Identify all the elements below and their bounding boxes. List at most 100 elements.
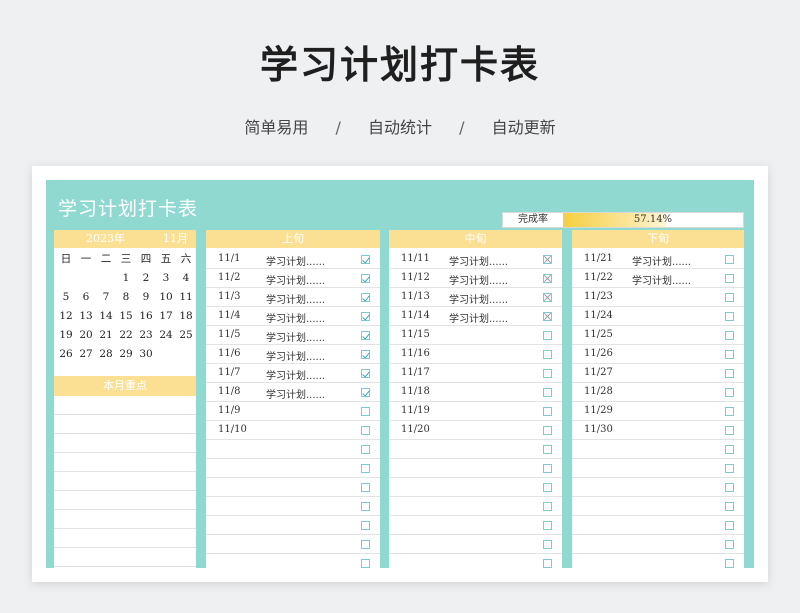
task-checkbox[interactable] — [543, 331, 552, 340]
calendar-day[interactable]: 28 — [96, 345, 116, 364]
task-checkbox[interactable] — [543, 426, 552, 435]
task-text[interactable]: 学习计划...... — [266, 329, 325, 344]
task-checkbox[interactable] — [543, 312, 552, 321]
focus-note-line[interactable] — [54, 548, 196, 567]
task-checkbox[interactable] — [361, 445, 370, 454]
calendar-day[interactable]: 22 — [116, 326, 136, 345]
focus-note-line[interactable] — [54, 491, 196, 510]
task-checkbox[interactable] — [361, 483, 370, 492]
calendar-day[interactable]: 10 — [156, 288, 176, 307]
calendar-day[interactable]: 2 — [136, 269, 156, 288]
task-checkbox[interactable] — [725, 312, 734, 321]
task-checkbox[interactable] — [361, 407, 370, 416]
task-text[interactable]: 学习计划...... — [266, 253, 325, 268]
calendar-day[interactable]: 19 — [56, 326, 76, 345]
calendar-month[interactable]: 11月 — [163, 230, 188, 248]
task-checkbox[interactable] — [725, 540, 734, 549]
task-checkbox[interactable] — [725, 255, 734, 264]
task-checkbox[interactable] — [725, 407, 734, 416]
task-checkbox[interactable] — [725, 445, 734, 454]
calendar-day[interactable]: 26 — [56, 345, 76, 364]
task-checkbox[interactable] — [725, 559, 734, 568]
task-text[interactable]: 学习计划...... — [449, 272, 508, 287]
task-text[interactable]: 学习计划...... — [266, 310, 325, 325]
task-checkbox[interactable] — [725, 274, 734, 283]
task-checkbox[interactable] — [543, 540, 552, 549]
task-checkbox[interactable] — [361, 521, 370, 530]
task-checkbox[interactable] — [543, 445, 552, 454]
task-checkbox[interactable] — [361, 388, 370, 397]
calendar-day[interactable]: 18 — [176, 307, 196, 326]
task-text[interactable]: 学习计划...... — [266, 367, 325, 382]
task-text[interactable]: 学习计划...... — [266, 348, 325, 363]
calendar-day[interactable]: 9 — [136, 288, 156, 307]
task-checkbox[interactable] — [543, 483, 552, 492]
calendar-day[interactable]: 23 — [136, 326, 156, 345]
task-checkbox[interactable] — [361, 502, 370, 511]
calendar-day[interactable]: 3 — [156, 269, 176, 288]
task-checkbox[interactable] — [543, 388, 552, 397]
task-checkbox[interactable] — [725, 293, 734, 302]
task-text[interactable]: 学习计划...... — [266, 386, 325, 401]
task-checkbox[interactable] — [361, 426, 370, 435]
focus-note-line[interactable] — [54, 472, 196, 491]
task-checkbox[interactable] — [725, 502, 734, 511]
calendar-day[interactable]: 14 — [96, 307, 116, 326]
task-text[interactable]: 学习计划...... — [449, 310, 508, 325]
task-checkbox[interactable] — [543, 274, 552, 283]
task-checkbox[interactable] — [725, 483, 734, 492]
task-checkbox[interactable] — [543, 293, 552, 302]
calendar-day[interactable]: 29 — [116, 345, 136, 364]
calendar-day[interactable]: 15 — [116, 307, 136, 326]
task-checkbox[interactable] — [361, 559, 370, 568]
task-checkbox[interactable] — [543, 521, 552, 530]
task-checkbox[interactable] — [725, 388, 734, 397]
task-text[interactable]: 学习计划...... — [266, 272, 325, 287]
task-checkbox[interactable] — [725, 464, 734, 473]
task-text[interactable]: 学习计划...... — [632, 253, 691, 268]
calendar-year[interactable]: 2023年 — [86, 230, 125, 248]
task-text[interactable]: 学习计划...... — [449, 253, 508, 268]
task-checkbox[interactable] — [543, 464, 552, 473]
focus-note-line[interactable] — [54, 396, 196, 415]
calendar-day[interactable]: 6 — [76, 288, 96, 307]
task-checkbox[interactable] — [725, 521, 734, 530]
task-checkbox[interactable] — [543, 407, 552, 416]
task-checkbox[interactable] — [543, 350, 552, 359]
task-checkbox[interactable] — [361, 464, 370, 473]
task-text[interactable]: 学习计划...... — [449, 291, 508, 306]
focus-note-line[interactable] — [54, 415, 196, 434]
task-checkbox[interactable] — [543, 369, 552, 378]
task-checkbox[interactable] — [725, 369, 734, 378]
calendar-day[interactable]: 17 — [156, 307, 176, 326]
task-checkbox[interactable] — [361, 350, 370, 359]
task-text[interactable]: 学习计划...... — [632, 272, 691, 287]
calendar-day[interactable]: 24 — [156, 326, 176, 345]
task-checkbox[interactable] — [361, 312, 370, 321]
task-checkbox[interactable] — [361, 274, 370, 283]
focus-note-line[interactable] — [54, 529, 196, 548]
task-checkbox[interactable] — [725, 426, 734, 435]
calendar-day[interactable]: 8 — [116, 288, 136, 307]
task-checkbox[interactable] — [543, 559, 552, 568]
task-checkbox[interactable] — [361, 540, 370, 549]
calendar-day[interactable]: 7 — [96, 288, 116, 307]
task-checkbox[interactable] — [543, 502, 552, 511]
task-checkbox[interactable] — [361, 255, 370, 264]
focus-note-line[interactable] — [54, 453, 196, 472]
calendar-day[interactable]: 11 — [176, 288, 196, 307]
calendar-day[interactable]: 20 — [76, 326, 96, 345]
calendar-day[interactable]: 13 — [76, 307, 96, 326]
task-checkbox[interactable] — [361, 293, 370, 302]
calendar-day[interactable]: 5 — [56, 288, 76, 307]
calendar-day[interactable]: 12 — [56, 307, 76, 326]
task-checkbox[interactable] — [361, 369, 370, 378]
task-text[interactable]: 学习计划...... — [266, 291, 325, 306]
focus-note-line[interactable] — [54, 434, 196, 453]
calendar-day[interactable]: 21 — [96, 326, 116, 345]
calendar-day[interactable]: 1 — [116, 269, 136, 288]
calendar-day[interactable]: 16 — [136, 307, 156, 326]
task-checkbox[interactable] — [543, 255, 552, 264]
task-checkbox[interactable] — [725, 331, 734, 340]
calendar-day[interactable]: 25 — [176, 326, 196, 345]
